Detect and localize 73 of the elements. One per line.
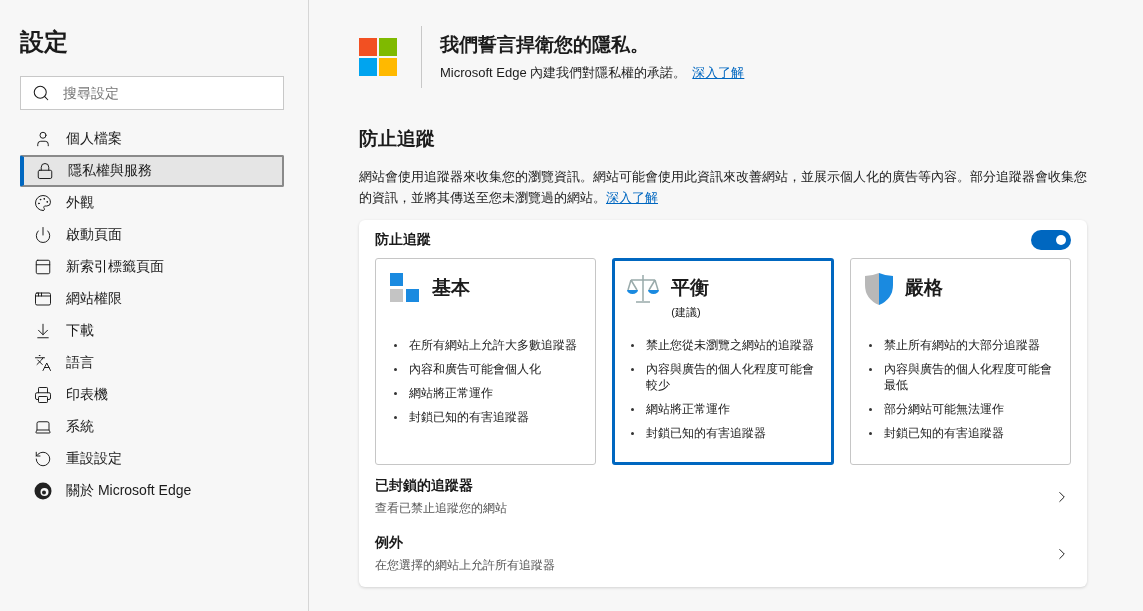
- sidebar-item[interactable]: 外觀: [20, 187, 284, 219]
- bullet-text: 部分網站可能無法運作: [883, 402, 1004, 417]
- card-subtitle: (建議): [671, 305, 702, 320]
- sidebar-item[interactable]: 下載: [20, 315, 284, 347]
- bullet-dot: [868, 344, 872, 347]
- sidebar-item[interactable]: 語言: [20, 347, 284, 379]
- sidebar-item[interactable]: 網站權限: [20, 283, 284, 315]
- bullet-text: 封鎖已知的有害追蹤器: [646, 426, 767, 441]
- sidebar-item[interactable]: 新索引標籤頁面: [20, 251, 284, 283]
- bullet-dot: [394, 344, 397, 347]
- sidebar-item[interactable]: 啟動頁面: [20, 219, 284, 251]
- card-title: 平衡: [671, 276, 710, 300]
- nav-icon: [34, 322, 52, 340]
- bullet-text: 禁止所有網站的大部分追蹤器: [883, 338, 1040, 353]
- bullet-dot: [394, 368, 397, 371]
- nav-icon: [34, 418, 52, 436]
- bullet-dot: [868, 408, 872, 411]
- scales-icon: [627, 273, 660, 305]
- nav-icon: [34, 290, 52, 308]
- toggle-switch[interactable]: [1031, 230, 1071, 250]
- blocks-icon: [390, 273, 420, 303]
- option-card[interactable]: 基本 在所有網站上允許大多數追蹤器 內容和廣告可能會個人化 網站將正常運作 封鎖已知的有害追蹤器: [375, 258, 597, 465]
- nav-icon: [34, 354, 52, 372]
- bullet-text: 內容與廣告的個人化程度可能會最低: [883, 362, 1053, 393]
- nav-icon: [34, 194, 52, 212]
- row-text: 在您選擇的網站上允許所有追蹤器: [375, 558, 555, 573]
- bullet-text: 在所有網站上允許大多數追蹤器: [409, 338, 577, 353]
- nav-icon: [34, 130, 52, 148]
- nav-icon: [36, 162, 54, 180]
- bullet-text: 內容與廣告的個人化程度可能會較少: [646, 362, 816, 393]
- bullet-dot: [631, 344, 635, 347]
- banner-title: 我們誓言捍衛您的隱私。: [440, 33, 650, 57]
- bullet-dot: [631, 368, 635, 371]
- option-card[interactable]: 嚴格 禁止所有網站的大部分追蹤器 內容與廣告的個人化程度可能會最低 部分網站可能無法運作 封鎖已知的有害追蹤器: [849, 258, 1071, 465]
- settings-title: 設定: [20, 27, 69, 57]
- card-title: 基本: [432, 276, 470, 300]
- bullet-text: 網站將正常運作: [409, 386, 493, 401]
- section-description: 網站會使用追蹤器來收集您的瀏覽資訊。網站可能會使用此資訊來改善網站，並展示個人化的廣告等內容。部分追蹤器會收集您的資訊，並將其傳送至您未瀏覽過的網站。深入了解: [359, 168, 1087, 207]
- sidebar-item[interactable]: 關於 Microsoft Edge: [20, 475, 284, 507]
- nav-icon: [34, 450, 52, 468]
- shield-icon: [864, 273, 893, 305]
- learn-more-link[interactable]: 深入了解: [606, 190, 658, 205]
- bullet-text: 禁止您從未瀏覽之網站的追蹤器: [646, 338, 815, 353]
- row-text: 查看已禁止追蹤您的網站: [375, 501, 507, 516]
- bullet-text: 內容和廣告可能會個人化: [409, 362, 541, 377]
- bullet-dot: [394, 416, 397, 419]
- bullet-dot: [868, 432, 872, 435]
- sidebar-item[interactable]: 重設設定: [20, 443, 284, 475]
- banner-text: Microsoft Edge 內建我們對隱私權的承諾。 深入了解: [440, 64, 745, 82]
- card-title: 嚴格: [904, 276, 943, 300]
- row-title[interactable]: 例外: [375, 534, 555, 552]
- section-title: 防止追蹤: [359, 127, 436, 151]
- panel-label: 防止追蹤: [375, 231, 431, 249]
- bullet-text: 封鎖已知的有害追蹤器: [883, 426, 1004, 441]
- nav-icon: [34, 226, 52, 244]
- sidebar-item[interactable]: 印表機: [20, 379, 284, 411]
- bullet-text: 封鎖已知的有害追蹤器: [409, 410, 529, 425]
- bullet-dot: [394, 392, 397, 395]
- learn-more-link[interactable]: 深入了解: [692, 65, 745, 80]
- sidebar-item[interactable]: 系統: [20, 411, 284, 443]
- four-squares-logo: [359, 38, 397, 76]
- search-icon: [32, 84, 50, 102]
- bullet-text: 網站將正常運作: [646, 402, 731, 417]
- bullet-dot: [631, 408, 635, 411]
- option-card[interactable]: 平衡 (建議) 禁止您從未瀏覽之網站的追蹤器 內容與廣告的個人化程度可能會較少 網站將正常運作 封鎖已知的有害追蹤器: [612, 258, 834, 465]
- nav-icon: [34, 386, 52, 404]
- sidebar-item[interactable]: 個人檔案: [20, 123, 284, 155]
- search-field[interactable]: 搜尋設定: [20, 76, 284, 110]
- bullet-dot: [631, 432, 635, 435]
- nav-icon: [34, 258, 52, 276]
- bullet-dot: [868, 368, 872, 371]
- row-title[interactable]: 已封鎖的追蹤器: [375, 477, 507, 495]
- sidebar-item[interactable]: 隱私權與服務: [20, 155, 284, 187]
